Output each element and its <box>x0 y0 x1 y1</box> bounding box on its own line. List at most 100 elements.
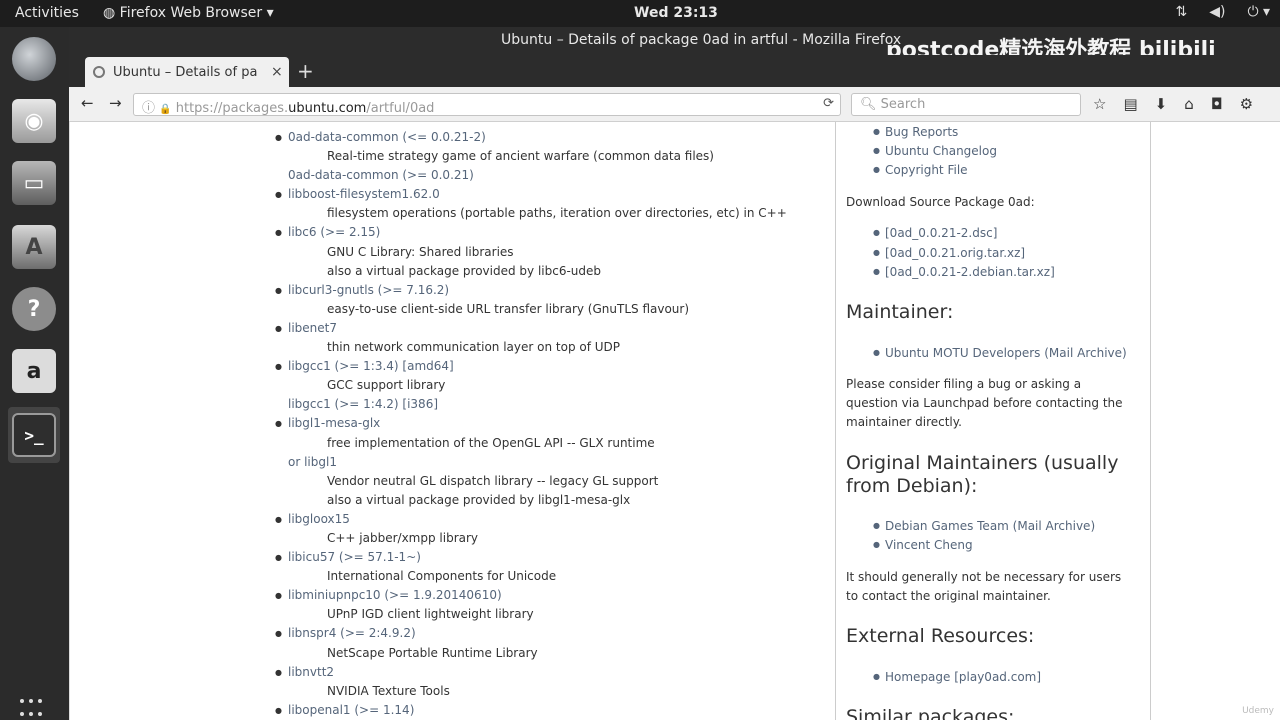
original-maintainer-note: It should generally not be necessary for… <box>846 570 1122 603</box>
original-maintainers-heading: Original Maintainers (usually from Debia… <box>846 452 1119 497</box>
description-text: thin network communication layer on top … <box>327 340 621 355</box>
activities-button[interactable]: Activities <box>15 5 79 21</box>
forward-button[interactable]: → <box>109 94 122 112</box>
package-link[interactable]: libgl1-mesa-glx <box>288 414 380 433</box>
extensions-icon[interactable]: ⚙ <box>1240 95 1253 113</box>
package-link[interactable]: libnvtt2 <box>288 663 334 682</box>
tab-label: Ubuntu – Details of pa <box>113 64 258 80</box>
package-link[interactable]: libnspr4 (>= 2:4.9.2) <box>288 624 416 643</box>
description-text: also a virtual package provided by libc6… <box>327 263 602 278</box>
changelog-link[interactable]: Ubuntu Changelog <box>873 144 997 158</box>
package-link[interactable]: 0ad-data-common (<= 0.0.21-2) <box>288 128 486 147</box>
url-bar[interactable]: ⓘ 🔒 https://packages.ubuntu.com/artful/0… <box>133 93 841 116</box>
dependency-item: libminiupnpc10 (>= 1.9.20140610) <box>275 586 835 605</box>
pocket-icon[interactable]: ◘ <box>1211 95 1223 113</box>
site-info-icon[interactable]: ⓘ <box>142 101 155 116</box>
copyright-link[interactable]: Copyright File <box>873 163 967 177</box>
dependency-item: libgl1-mesa-glx <box>275 414 835 433</box>
dependency-description: Real-time strategy game of ancient warfa… <box>275 147 835 166</box>
dependency-item: libnvtt2 <box>275 663 835 682</box>
dependency-description: GNU C Library: Shared libraries <box>275 243 835 262</box>
homepage-link[interactable]: Homepage [play0ad.com] <box>873 670 1041 684</box>
description-text: GCC support library <box>327 378 446 393</box>
dependency-item: libgcc1 (>= 1:3.4) [amd64] <box>275 357 835 376</box>
app-menu[interactable]: ◍ Firefox Web Browser ▾ <box>103 5 274 21</box>
dependency-description: GCC support library <box>275 376 835 395</box>
system-tray[interactable]: ⇅ ◀) ⏻ ▾ <box>1175 4 1270 20</box>
description-text: International Components for Unicode <box>327 569 557 584</box>
dependency-description: free implementation of the OpenGL API --… <box>275 434 835 453</box>
bookmark-star-icon[interactable]: ☆ <box>1093 95 1106 113</box>
package-link[interactable]: libgloox15 <box>288 510 350 529</box>
dependency-description: C++ jabber/xmpp library <box>275 529 835 548</box>
search-icon: 🔍︎ <box>860 97 877 112</box>
back-button[interactable]: ← <box>81 94 94 112</box>
package-link[interactable]: libgcc1 (>= 1:3.4) [amd64] <box>288 357 454 376</box>
terminal-icon[interactable]: >_ <box>12 413 56 457</box>
dependency-description: filesystem operations (portable paths, i… <box>275 204 835 223</box>
webcam-icon[interactable]: ◉ <box>12 99 56 143</box>
dependency-item: libopenal1 (>= 1.14) <box>275 701 835 720</box>
dependency-description: also a virtual package provided by libc6… <box>275 262 835 281</box>
maintainer-link[interactable]: Ubuntu MOTU Developers (Mail Archive) <box>873 346 1127 360</box>
window-title: Ubuntu – Details of package 0ad in artfu… <box>501 32 902 48</box>
description-text: also a virtual package provided by libgl… <box>327 492 631 507</box>
dependency-description: thin network communication layer on top … <box>275 338 835 357</box>
software-center-icon[interactable]: A <box>12 225 56 269</box>
package-link[interactable]: libenet7 <box>288 319 337 338</box>
debian-games-team-link[interactable]: Debian Games Team (Mail Archive) <box>873 519 1095 533</box>
vincent-cheng-link[interactable]: Vincent Cheng <box>873 538 973 552</box>
firefox-icon[interactable] <box>12 37 56 81</box>
url-scheme: https://packages. <box>175 101 289 116</box>
package-link[interactable]: libc6 (>= 2.15) <box>288 223 380 242</box>
package-link[interactable]: libminiupnpc10 (>= 1.9.20140610) <box>288 586 502 605</box>
dependency-description: NetScape Portable Runtime Library <box>275 644 835 663</box>
sidebar: Bug Reports Ubuntu Changelog Copyright F… <box>835 122 1151 720</box>
tab-ubuntu-package[interactable]: Ubuntu – Details of pa × <box>85 57 289 87</box>
dependency-item: libnspr4 (>= 2:4.9.2) <box>275 624 835 643</box>
show-applications-icon[interactable] <box>20 699 48 719</box>
description-text: easy-to-use client-side URL transfer lib… <box>327 301 690 316</box>
dependency-item: libenet7 <box>275 319 835 338</box>
dependency-item: libicu57 (>= 57.1-1~) <box>275 548 835 567</box>
description-text: C++ jabber/xmpp library <box>327 530 479 545</box>
close-tab-icon[interactable]: × <box>271 64 283 80</box>
orig-tarball-link[interactable]: [0ad_0.0.21.orig.tar.xz] <box>873 246 1025 260</box>
dependency-description: also a virtual package provided by libgl… <box>275 491 835 510</box>
navigation-toolbar: ← → ⓘ 🔒 https://packages.ubuntu.com/artf… <box>69 87 1280 122</box>
home-icon[interactable]: ⌂ <box>1184 95 1194 113</box>
package-link[interactable]: libboost-filesystem1.62.0 <box>288 185 440 204</box>
debian-tarball-link[interactable]: [0ad_0.0.21-2.debian.tar.xz] <box>873 265 1055 279</box>
maintainer-note: Please consider filing a bug or asking a… <box>846 377 1123 429</box>
package-link[interactable]: 0ad-data-common (>= 0.0.21) <box>288 166 474 185</box>
files-icon[interactable]: ▭ <box>12 161 56 205</box>
package-link[interactable]: libgcc1 (>= 1:4.2) [i386] <box>288 395 438 414</box>
library-icon[interactable]: ▤ <box>1123 95 1137 113</box>
description-text: Real-time strategy game of ancient warfa… <box>327 149 714 164</box>
power-icon: ⏻ ▾ <box>1247 4 1270 20</box>
dependency-item: 0ad-data-common (<= 0.0.21-2) <box>275 128 835 147</box>
dependency-description: Vendor neutral GL dispatch library -- le… <box>275 472 835 491</box>
description-text: filesystem operations (portable paths, i… <box>327 206 787 221</box>
tab-bar: Ubuntu – Details of pa × + <box>69 55 1280 87</box>
reload-icon[interactable]: ⟳ <box>823 96 834 111</box>
package-link[interactable]: libcurl3-gnutls (>= 7.16.2) <box>288 281 449 300</box>
package-link[interactable]: libicu57 (>= 57.1-1~) <box>288 548 421 567</box>
clock[interactable]: Wed 23:13 <box>634 5 718 21</box>
similar-packages-heading: Similar packages: <box>846 706 1015 720</box>
bug-reports-link[interactable]: Bug Reports <box>873 125 958 139</box>
downloads-icon[interactable]: ⬇ <box>1155 95 1168 113</box>
package-link[interactable]: or libgl1 <box>288 453 337 472</box>
network-icon: ⇅ <box>1175 4 1188 20</box>
description-text: NVIDIA Texture Tools <box>327 683 450 698</box>
globe-icon <box>93 66 105 78</box>
volume-icon: ◀) <box>1209 4 1226 20</box>
package-link[interactable]: libopenal1 (>= 1.14) <box>288 701 414 720</box>
corner-watermark: Udemy <box>1242 706 1274 716</box>
help-icon[interactable]: ? <box>12 287 56 331</box>
url-host: ubuntu.com <box>288 101 367 116</box>
amazon-icon[interactable]: a <box>12 349 56 393</box>
dsc-download-link[interactable]: [0ad_0.0.21-2.dsc] <box>873 226 997 240</box>
search-box[interactable]: 🔍︎ Search <box>851 93 1081 116</box>
new-tab-button[interactable]: + <box>297 59 314 83</box>
